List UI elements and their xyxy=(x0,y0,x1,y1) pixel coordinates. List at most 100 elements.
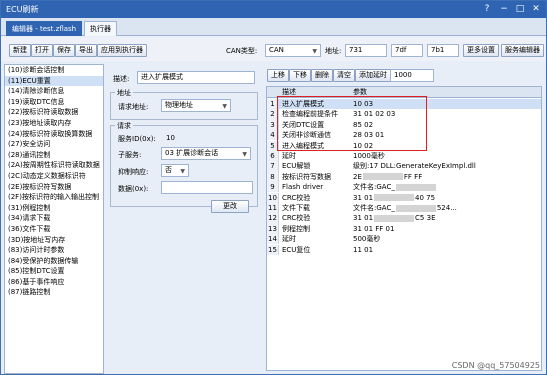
row-parameter-value: 文件名:GAC_ xyxy=(353,204,395,212)
window-title: ECU刷新 xyxy=(6,5,39,14)
table-row[interactable]: 9 Flash driver 文件名:GAC_ xyxy=(267,182,541,193)
add-delay-button[interactable]: 添加延时 xyxy=(355,69,391,82)
request-address-select[interactable]: 物理地址 ▼ xyxy=(161,99,231,112)
service-id-label: 服务ID(0x): xyxy=(118,135,156,143)
list-item[interactable]: (31)例程控制 xyxy=(5,203,103,214)
row-description: 延时 xyxy=(282,152,296,160)
suppress-response-select[interactable]: 否 ▼ xyxy=(161,164,189,177)
table-row[interactable]: 15 ECU复位 11 01 xyxy=(267,244,541,255)
modify-button[interactable]: 更改 xyxy=(211,200,249,213)
move-down-button[interactable]: 下移 xyxy=(289,69,311,82)
redacted-block xyxy=(374,214,415,222)
export-button[interactable]: 导出 xyxy=(75,44,97,57)
list-item[interactable]: (34)请求下载 xyxy=(5,213,103,224)
service-list[interactable]: (10)诊断会话控制 (11)ECU重置 (14)清除诊断信息 (19)读取DTC信息… xyxy=(4,64,104,374)
address-field-1[interactable]: 731 xyxy=(345,44,387,57)
highlight-box xyxy=(277,96,427,151)
row-parameter-value: 31 01 FF 01 xyxy=(353,224,395,233)
table-row[interactable]: 13 例程控制 31 01 FF 01 xyxy=(267,223,541,235)
row-parameter: 11 01 xyxy=(353,245,539,255)
table-row[interactable]: 6 延时 1000毫秒 xyxy=(267,151,541,162)
row-parameter: 31 01 40 75 xyxy=(353,193,539,203)
row-parameter: 级别:17 DLL:GenerateKeyExImpl.dll xyxy=(353,161,539,171)
list-item[interactable]: (10)诊断会话控制 xyxy=(5,65,103,76)
list-item[interactable]: (2E)按标识符写数据 xyxy=(5,182,103,193)
table-row[interactable]: 11 文件下载 文件名:GAC_ 524... xyxy=(267,203,541,214)
list-item[interactable]: (84)受保护的数据传输 xyxy=(5,256,103,267)
open-button[interactable]: 打开 xyxy=(31,44,53,57)
list-item[interactable]: (11)ECU重置 xyxy=(5,75,103,87)
new-button[interactable]: 新建 xyxy=(9,44,31,57)
row-parameter: 500毫秒 xyxy=(353,234,539,244)
list-item[interactable]: (2A)按周期性标识符读取数据 xyxy=(5,160,103,171)
row-number: 11 xyxy=(267,203,279,214)
row-description: 例程控制 xyxy=(282,224,310,233)
table-row[interactable]: 10 CRC校验 31 01 40 75 xyxy=(267,192,541,203)
row-parameter-tail: FF FF xyxy=(403,172,423,181)
list-item[interactable]: (28)通讯控制 xyxy=(5,150,103,161)
request-address-value: 物理地址 xyxy=(165,101,193,109)
table-row[interactable]: 14 延时 500毫秒 xyxy=(267,234,541,245)
list-item[interactable]: (24)按标识符读取换算数据 xyxy=(5,129,103,140)
table-row[interactable]: 7 ECU解锁 级别:17 DLL:GenerateKeyExImpl.dll xyxy=(267,161,541,172)
table-row[interactable]: 8 按标识符写数据 2E FF FF xyxy=(267,171,541,183)
row-parameter-value: 31 01 xyxy=(353,193,374,202)
address-field-3[interactable]: 7b1 xyxy=(427,44,459,57)
save-button[interactable]: 保存 xyxy=(53,44,75,57)
tab-editor[interactable]: 编辑器 - test.zflash xyxy=(6,21,83,36)
row-parameter-value: 文件名:GAC_ xyxy=(353,183,395,192)
clear-button[interactable]: 清空 xyxy=(333,69,355,82)
list-item[interactable]: (87)链路控制 xyxy=(5,287,103,298)
row-number: 6 xyxy=(267,151,279,162)
tab-strip: 编辑器 - test.zflash 执行器 xyxy=(1,18,546,36)
ecu-flash-window: ECU刷新 ? − □ ✕ 编辑器 - test.zflash 执行器 新建 打… xyxy=(0,0,547,375)
list-item[interactable]: (22)按标识符读取数据 xyxy=(5,107,103,118)
list-item[interactable]: (2F)按标识符的输入输出控制 xyxy=(5,192,103,203)
delete-button[interactable]: 删除 xyxy=(311,69,333,82)
main-toolbar: 新建 打开 保存 导出 应用到执行器 CAN类型: CAN ▼ 地址: 731 … xyxy=(1,37,546,61)
request-group-title: 请求 xyxy=(115,121,133,131)
address-label: 地址: xyxy=(325,47,342,55)
row-number: 12 xyxy=(267,213,279,224)
list-item[interactable]: (2C)动态定义数据标识符 xyxy=(5,171,103,182)
subservice-select[interactable]: 03 扩展诊断会话 ▼ xyxy=(161,147,251,160)
row-parameter: 31 01 FF 01 xyxy=(353,224,539,234)
list-item[interactable]: (19)读取DTC信息 xyxy=(5,97,103,108)
row-description: ECU解锁 xyxy=(282,162,311,171)
list-item[interactable]: (23)按地址读取内存 xyxy=(5,118,103,129)
list-item[interactable]: (85)控制DTC设置 xyxy=(5,266,103,277)
list-item[interactable]: (83)访问计时参数 xyxy=(5,245,103,256)
row-parameter: 文件名:GAC_ 524... xyxy=(353,203,539,213)
minimize-icon[interactable]: − xyxy=(498,3,510,15)
maximize-icon[interactable]: □ xyxy=(514,3,526,15)
close-icon[interactable]: ✕ xyxy=(530,3,542,15)
address-field-2[interactable]: 7df xyxy=(391,44,423,57)
description-label: 描述: xyxy=(113,75,130,83)
help-icon[interactable]: ? xyxy=(481,3,493,15)
row-number: 7 xyxy=(267,161,279,172)
move-up-button[interactable]: 上移 xyxy=(267,69,289,82)
description-field[interactable]: 进入扩展模式 xyxy=(137,71,255,84)
apply-to-executor-button[interactable]: 应用到执行器 xyxy=(97,44,147,57)
more-settings-button[interactable]: 更多设置 xyxy=(463,44,499,57)
row-parameter-value: 1000毫秒 xyxy=(353,152,385,160)
service-editor-button[interactable]: 服务编辑器 xyxy=(501,44,544,57)
list-item[interactable]: (14)清除诊断信息 xyxy=(5,86,103,97)
table-row[interactable]: 12 CRC校验 31 01 C5 3E xyxy=(267,213,541,224)
address-group: 地址 请求地址: 物理地址 ▼ xyxy=(110,88,258,120)
data-input[interactable] xyxy=(161,181,253,194)
tab-executor[interactable]: 执行器 xyxy=(84,21,117,36)
can-type-select[interactable]: CAN ▼ xyxy=(265,44,321,57)
row-description: CRC校验 xyxy=(282,193,311,202)
list-item[interactable]: (86)基于事件响应 xyxy=(5,277,103,288)
list-item[interactable]: (27)安全访问 xyxy=(5,139,103,150)
row-number: 15 xyxy=(267,244,279,255)
list-item[interactable]: (36)文件下载 xyxy=(5,224,103,235)
redacted-block xyxy=(374,194,415,202)
suppress-response-value: 否 xyxy=(165,166,172,174)
list-item[interactable]: (3D)按地址写内存 xyxy=(5,235,103,246)
can-type-label: CAN类型: xyxy=(226,47,258,55)
delay-input[interactable]: 1000 xyxy=(390,69,434,82)
row-parameter: 1000毫秒 xyxy=(353,151,539,161)
row-parameter-value: 11 01 xyxy=(353,245,374,254)
